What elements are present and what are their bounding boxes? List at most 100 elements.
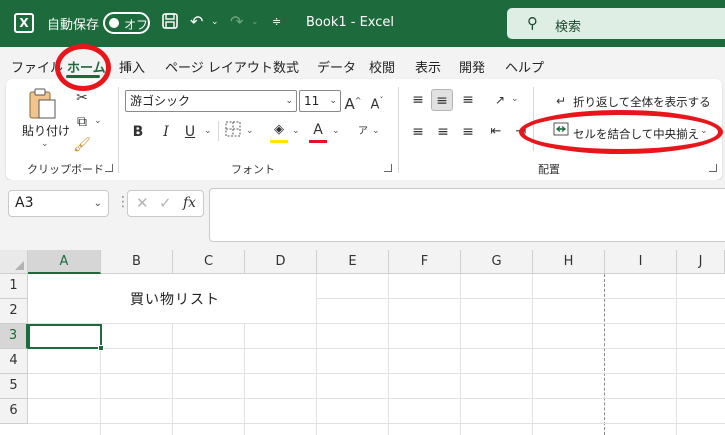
tab-file[interactable]: ファイル	[11, 57, 63, 76]
wrap-text-icon[interactable]: ↵	[552, 90, 570, 112]
chevron-down-icon: ⌄	[93, 198, 102, 209]
paste-label[interactable]: 貼り付け	[22, 122, 70, 139]
column-header-g[interactable]: G	[461, 250, 533, 274]
column-header-h[interactable]: H	[533, 250, 605, 274]
column-header-i[interactable]: I	[605, 250, 677, 274]
undo-dropdown-icon[interactable]: ⌄	[211, 12, 219, 32]
copy-dropdown-icon[interactable]: ⌄	[94, 116, 102, 126]
search-box[interactable]: ⚲ 検索	[507, 8, 725, 39]
merge-center-label[interactable]: セルを結合して中央揃え	[573, 126, 699, 142]
paste-icon[interactable]	[26, 87, 58, 119]
borders-icon[interactable]	[224, 121, 242, 143]
merge-center-icon[interactable]	[552, 121, 570, 143]
wrap-text-label[interactable]: 折り返して全体を表示する	[573, 94, 711, 110]
row-header-5[interactable]: 5	[0, 374, 28, 399]
alignment-divider	[533, 87, 534, 151]
formula-input[interactable]	[209, 188, 725, 242]
active-tab-indicator	[66, 75, 100, 78]
row-header-2[interactable]: 2	[0, 299, 28, 324]
customize-toolbar-icon[interactable]: ≑	[272, 12, 281, 32]
font-color-icon[interactable]: A	[310, 119, 326, 141]
title-bar: X 自動保存 オフ ↶ ⌄ ↷ ⌄ ≑ Book1 - Excel ⚲ 検索	[0, 0, 725, 47]
decrease-indent-icon[interactable]: ⇤	[486, 121, 506, 143]
fill-color-swatch	[270, 140, 288, 143]
undo-icon[interactable]: ↶	[190, 12, 203, 32]
search-placeholder: 検索	[555, 20, 582, 35]
align-center-icon[interactable]: ≡	[433, 121, 453, 143]
bold-button[interactable]: B	[130, 121, 146, 143]
tab-help[interactable]: ヘルプ	[505, 57, 544, 76]
tab-formulas[interactable]: 数式	[273, 57, 299, 76]
cut-icon[interactable]: ✂	[74, 87, 90, 109]
tab-view[interactable]: 表示	[415, 57, 441, 76]
cancel-icon[interactable]: ✕	[136, 191, 149, 216]
fill-color-icon[interactable]: ◈	[270, 119, 288, 141]
merge-center-dropdown-icon[interactable]: ⌄	[700, 126, 708, 136]
column-header-a[interactable]: A	[28, 250, 101, 274]
borders-dropdown-icon[interactable]: ⌄	[246, 126, 254, 136]
row-header-3[interactable]: 3	[0, 324, 28, 349]
ribbon-tabs: ファイル ホーム 挿入 ページ レイアウト 数式 データ 校閲 表示 開発 ヘル…	[0, 47, 725, 79]
align-right-icon[interactable]: ≡	[458, 121, 478, 143]
orientation-dropdown-icon[interactable]: ⌄	[511, 94, 519, 104]
align-bottom-icon[interactable]: ≡	[458, 89, 478, 111]
select-all-button[interactable]	[0, 250, 28, 274]
tab-page-layout[interactable]: ページ レイアウト	[165, 57, 273, 76]
group-divider	[118, 87, 119, 173]
save-icon[interactable]	[161, 12, 179, 35]
format-painter-icon[interactable]: 🖌	[72, 134, 92, 156]
column-header-e[interactable]: E	[317, 250, 389, 274]
merged-cell-text[interactable]: 買い物リスト	[130, 289, 220, 309]
active-cell-a3[interactable]	[28, 324, 104, 351]
italic-button[interactable]: I	[158, 121, 174, 143]
redo-dropdown-icon[interactable]: ⌄	[251, 12, 259, 32]
font-divider	[218, 121, 219, 141]
column-header-d[interactable]: D	[245, 250, 317, 274]
fill-handle[interactable]	[98, 345, 104, 351]
gridline	[28, 323, 725, 324]
font-size-select[interactable]: 11 ⌄	[299, 90, 341, 112]
font-launcher-icon[interactable]	[384, 164, 392, 172]
name-box[interactable]: A3 ⌄	[8, 190, 109, 217]
paste-dropdown-icon[interactable]: ⌄	[41, 139, 49, 149]
copy-icon[interactable]: ⧉	[72, 111, 92, 133]
font-color-dropdown-icon[interactable]: ⌄	[332, 126, 340, 136]
column-header-f[interactable]: F	[389, 250, 461, 274]
increase-indent-icon[interactable]: ⇥	[511, 121, 531, 143]
worksheet-grid[interactable]: A B C D E F G H I J 1 2 3 4 5 6 買い物リスト	[0, 250, 725, 435]
clipboard-launcher-icon[interactable]	[105, 164, 113, 172]
column-header-c[interactable]: C	[173, 250, 245, 274]
decrease-font-size-icon[interactable]: Aˇ	[368, 90, 386, 112]
insert-function-button[interactable]: fx	[183, 191, 196, 216]
furigana-icon[interactable]: ア	[356, 121, 370, 143]
tab-developer[interactable]: 開発	[459, 57, 485, 76]
gridline	[28, 423, 725, 424]
autosave-toggle[interactable]: オフ	[103, 12, 150, 34]
font-name-select[interactable]: 游ゴシック ⌄	[125, 90, 297, 112]
column-header-j[interactable]: J	[677, 250, 725, 274]
tab-insert[interactable]: 挿入	[119, 57, 145, 76]
clipboard-group-label: クリップボード	[27, 163, 104, 176]
gridline	[28, 348, 725, 349]
underline-button[interactable]: U	[182, 121, 198, 143]
increase-font-size-icon[interactable]: A^	[344, 90, 362, 113]
tab-review[interactable]: 校閲	[369, 57, 395, 76]
furigana-dropdown-icon[interactable]: ⌄	[372, 126, 380, 136]
enter-icon[interactable]: ✓	[159, 191, 172, 216]
alignment-launcher-icon[interactable]	[709, 164, 717, 172]
search-icon: ⚲	[527, 14, 538, 32]
align-top-icon[interactable]: ≡	[408, 89, 428, 111]
autosave-state: オフ	[124, 18, 149, 32]
row-header-4[interactable]: 4	[0, 349, 28, 374]
tab-data[interactable]: データ	[317, 57, 356, 76]
underline-dropdown-icon[interactable]: ⌄	[204, 126, 212, 136]
tab-home[interactable]: ホーム	[67, 57, 106, 76]
row-header-1[interactable]: 1	[0, 274, 28, 299]
fill-color-dropdown-icon[interactable]: ⌄	[292, 126, 300, 136]
orientation-icon[interactable]: ↗	[490, 89, 510, 111]
row-header-6[interactable]: 6	[0, 399, 28, 424]
column-header-b[interactable]: B	[101, 250, 173, 274]
align-middle-icon[interactable]: ≡	[431, 89, 453, 111]
redo-icon[interactable]: ↷	[230, 12, 243, 32]
align-left-icon[interactable]: ≡	[408, 121, 428, 143]
